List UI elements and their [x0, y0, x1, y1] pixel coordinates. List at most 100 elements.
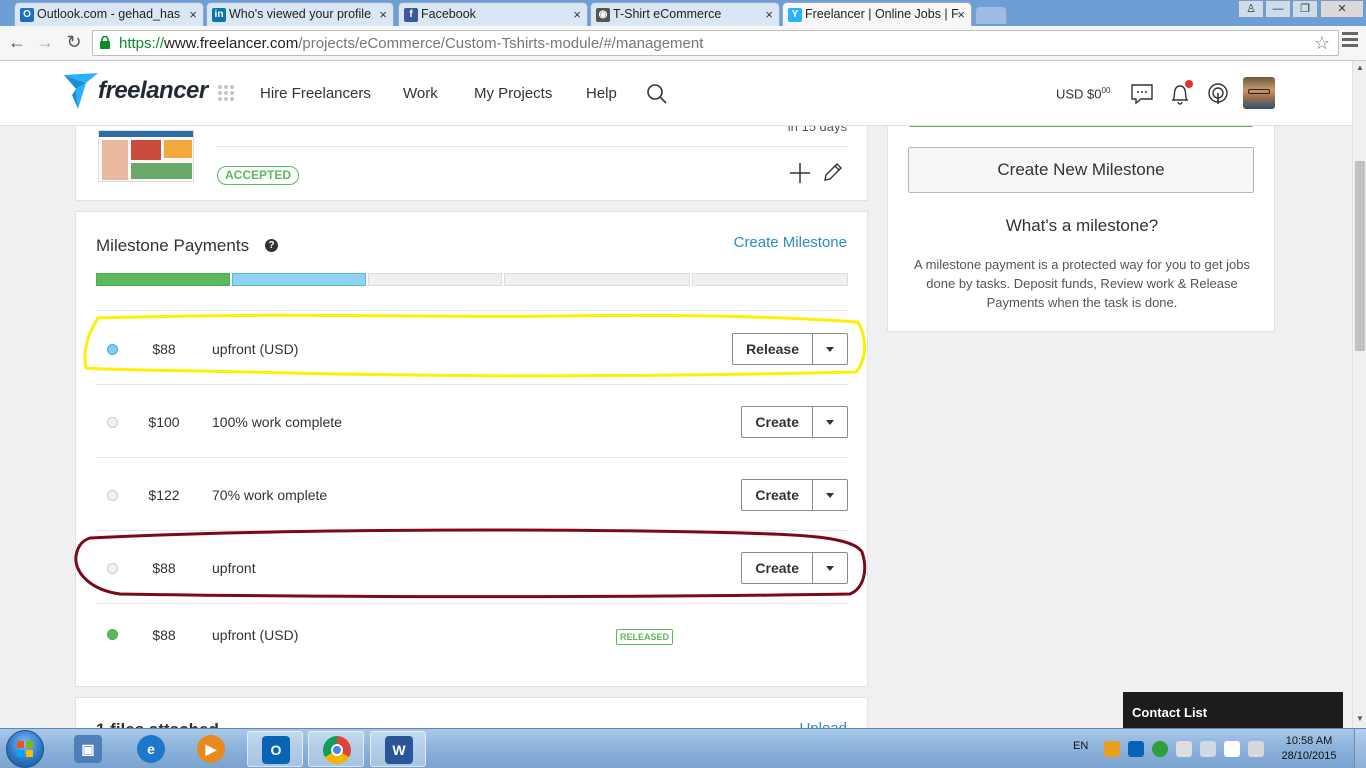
maximize-button[interactable]: ❐: [1292, 0, 1318, 18]
start-button[interactable]: [6, 730, 44, 768]
create-button[interactable]: Create: [742, 407, 813, 437]
back-icon[interactable]: ←: [6, 32, 28, 53]
chevron-down-icon[interactable]: [813, 553, 847, 583]
clock-time: 10:58 AM: [1285, 735, 1333, 747]
scrollbar-thumb[interactable]: [1355, 161, 1365, 351]
freelancer-bird-icon: [64, 73, 98, 109]
tab-label: Freelancer | Online Jobs | F: [805, 7, 959, 21]
chevron-down-icon[interactable]: [813, 334, 847, 364]
milestone-amount: $88: [152, 627, 176, 643]
milestone-row: $88 upfront (USD) RELEASED: [96, 605, 848, 667]
tab-facebook[interactable]: f Facebook ×: [398, 2, 588, 26]
address-bar[interactable]: https://www.freelancer.com/projects/eCom…: [92, 30, 1339, 56]
nav-help[interactable]: Help: [586, 85, 617, 102]
create-button-group: Create: [741, 406, 848, 438]
account-balance[interactable]: USD $000: [1056, 86, 1110, 101]
incognito-icon: ◉: [596, 8, 610, 22]
close-tab-icon[interactable]: ×: [573, 7, 581, 22]
milestone-sidebar-card: Create New Milestone What's a milestone?…: [887, 100, 1275, 332]
freelancer-logo[interactable]: freelancer: [64, 73, 214, 113]
minimize-button[interactable]: —: [1265, 0, 1291, 18]
milestone-description: upfront (USD): [212, 341, 299, 357]
tab-label: Facebook: [421, 7, 476, 21]
milestone-description: 70% work omplete: [212, 487, 328, 503]
milestone-status-dot: [107, 417, 118, 428]
create-button[interactable]: Create: [742, 480, 813, 510]
tray-device-icon[interactable]: [1176, 741, 1192, 757]
chevron-down-icon[interactable]: [813, 407, 847, 437]
messages-icon[interactable]: [1129, 81, 1155, 107]
create-button[interactable]: Create: [742, 553, 813, 583]
close-tab-icon[interactable]: ×: [957, 7, 965, 22]
avatar[interactable]: [1243, 77, 1275, 109]
close-window-button[interactable]: ✕: [1320, 0, 1364, 18]
milestone-amount: $88: [152, 341, 176, 357]
reload-icon[interactable]: ↻: [63, 32, 85, 53]
tab-label: Who's viewed your profile: [229, 7, 372, 21]
page-scrollbar[interactable]: ▲ ▼: [1352, 61, 1366, 728]
close-tab-icon[interactable]: ×: [379, 7, 387, 22]
internet-explorer-icon[interactable]: e: [123, 731, 179, 767]
notification-dot: [1185, 80, 1193, 88]
nav-hire-freelancers[interactable]: Hire Freelancers: [260, 85, 371, 102]
freelancer-icon: Y: [788, 8, 802, 22]
tray-network-icon[interactable]: [1200, 741, 1216, 757]
browser-menu-icon[interactable]: [1342, 32, 1358, 50]
forward-icon[interactable]: →: [34, 32, 56, 53]
plus-icon[interactable]: [789, 162, 811, 184]
tray-sync-icon[interactable]: [1152, 741, 1168, 757]
chrome-icon[interactable]: [308, 731, 364, 767]
create-new-milestone-button[interactable]: Create New Milestone: [908, 147, 1254, 193]
close-tab-icon[interactable]: ×: [765, 7, 773, 22]
milestone-amount: $88: [152, 560, 176, 576]
create-milestone-link[interactable]: Create Milestone: [734, 234, 847, 251]
milestone-status-dot: [107, 490, 118, 501]
media-player-icon[interactable]: ▶: [183, 731, 239, 767]
documents-icon[interactable]: ▣: [60, 731, 116, 767]
outlook-icon: O: [20, 8, 34, 22]
milestone-description: upfront (USD): [212, 627, 299, 643]
tray-flag-icon[interactable]: [1224, 741, 1240, 757]
system-clock[interactable]: 10:58 AM 28/10/2015: [1281, 734, 1337, 764]
new-tab-button[interactable]: [975, 6, 1007, 24]
tray-volume-muted-icon[interactable]: [1248, 741, 1264, 757]
show-desktop-button[interactable]: [1354, 729, 1366, 768]
released-badge: RELEASED: [616, 629, 674, 645]
word-icon[interactable]: W: [370, 731, 426, 767]
search-icon[interactable]: [646, 83, 668, 105]
create-button-group: Create: [741, 552, 848, 584]
tab-outlook[interactable]: O Outlook.com - gehad_has ×: [14, 2, 204, 26]
release-button[interactable]: Release: [733, 334, 813, 364]
help-icon[interactable]: ?: [265, 239, 278, 252]
tab-linkedin[interactable]: in Who's viewed your profile ×: [206, 2, 394, 26]
bookmark-star-icon[interactable]: ☆: [1314, 33, 1330, 54]
milestone-amount: $122: [148, 487, 180, 503]
tab-label: Outlook.com - gehad_has: [37, 7, 181, 21]
chevron-down-icon[interactable]: [813, 480, 847, 510]
broadcast-icon[interactable]: [1205, 81, 1231, 107]
milestone-status-dot: [107, 344, 118, 355]
tab-freelancer[interactable]: Y Freelancer | Online Jobs | F ×: [782, 2, 972, 27]
user-profile-icon[interactable]: ♙: [1238, 0, 1264, 18]
language-indicator[interactable]: EN: [1073, 740, 1088, 752]
scroll-down-icon[interactable]: ▼: [1356, 714, 1364, 723]
tray-app-icon[interactable]: [1104, 741, 1120, 757]
nav-work[interactable]: Work: [403, 85, 438, 102]
scroll-up-icon[interactable]: ▲: [1356, 63, 1364, 72]
accepted-badge: ACCEPTED: [217, 166, 300, 185]
create-button-group: Create: [741, 479, 848, 511]
pencil-icon[interactable]: [821, 162, 843, 184]
lock-icon: [100, 36, 110, 49]
app-grid-icon[interactable]: [218, 85, 234, 101]
close-tab-icon[interactable]: ×: [189, 7, 197, 22]
tab-tshirt-ecommerce[interactable]: ◉ T-Shirt eCommerce ×: [590, 2, 780, 26]
contact-list-panel[interactable]: Contact List: [1123, 692, 1343, 728]
progress-segment: [232, 273, 366, 286]
whats-a-milestone-heading: What's a milestone?: [1005, 216, 1159, 235]
milestone-row: $122 70% work omplete Create: [96, 459, 848, 531]
browser-tab-strip: O Outlook.com - gehad_has × in Who's vie…: [0, 0, 1366, 27]
outlook-icon[interactable]: O: [247, 731, 303, 767]
windows-logo-icon: [17, 741, 33, 757]
tray-outlook-icon[interactable]: [1128, 741, 1144, 757]
nav-my-projects[interactable]: My Projects: [474, 85, 552, 102]
